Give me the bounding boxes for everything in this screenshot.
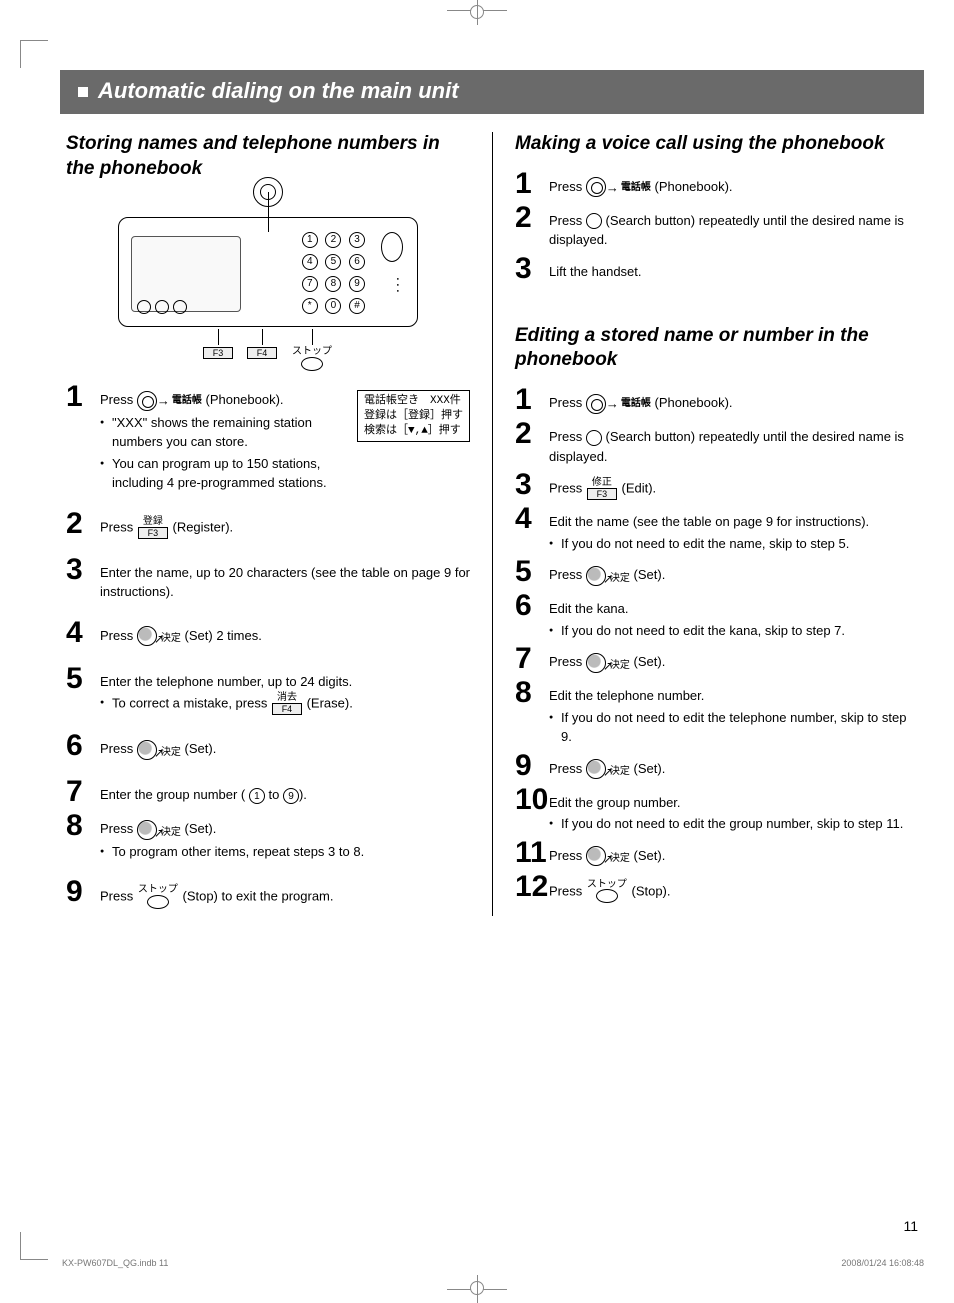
search-button-icon	[586, 213, 602, 229]
footer-datetime: 2008/01/24 16:08:48	[841, 1258, 924, 1268]
left-step-7: 7 Enter the group number ( 1 to 9).	[66, 779, 470, 807]
left-column: Storing names and telephone numbers in t…	[60, 132, 492, 916]
key-6: 6	[349, 254, 365, 270]
left-heading: Storing names and telephone numbers in t…	[66, 132, 470, 181]
crop-corner-bl	[20, 1232, 48, 1260]
rb-step-2: 2 Press (Search button) repeatedly until…	[515, 421, 918, 466]
key-3: 3	[349, 232, 365, 248]
rb-step-4: 4 Edit the name (see the table on page 9…	[515, 506, 918, 553]
bottom-buttons	[137, 300, 191, 314]
set-button-icon: ↗決定	[137, 626, 181, 646]
set-button-icon: ↗決定	[586, 759, 630, 779]
set-button-icon: ↗決定	[137, 820, 181, 840]
left-step-5: 5 Enter the telephone number, up to 24 d…	[66, 666, 470, 716]
crop-mark-bottom	[447, 1270, 507, 1290]
right-heading-b: Editing a stored name or number in the p…	[515, 324, 918, 373]
phonebook-icon: →電話帳	[137, 391, 202, 411]
page-title-banner: Automatic dialing on the main unit	[60, 70, 924, 114]
set-button-icon: ↗決定	[586, 846, 630, 866]
key-0: 0	[325, 298, 341, 314]
digit-9-icon: 9	[283, 788, 299, 804]
page-title: Automatic dialing on the main unit	[98, 78, 459, 104]
erase-suffix: (Erase).	[307, 695, 353, 710]
left-step-6: 6 Press ↗決定 (Set).	[66, 733, 470, 761]
edit-button-icon: 修正 F3	[587, 478, 617, 500]
phonebook-icon: →電話帳	[586, 177, 651, 197]
phonebook-icon: →電話帳	[586, 394, 651, 414]
register-button-icon: 登録 F3	[138, 517, 168, 539]
phonebook-suffix: (Phonebook).	[205, 392, 283, 407]
key-2: 2	[325, 232, 341, 248]
set-button-icon: ↗決定	[586, 566, 630, 586]
right-column: Making a voice call using the phonebook …	[492, 132, 924, 916]
step5-bullet-prefix: To correct a mistake, press	[112, 695, 267, 710]
rb-step-8: 8 Edit the telephone number. If you do n…	[515, 680, 918, 747]
ra-step-2: 2 Press (Search button) repeatedly until…	[515, 205, 918, 250]
rb-step-5: 5 Press ↗決定 (Set).	[515, 559, 918, 587]
step1-bullet2: You can program up to 150 stations, incl…	[100, 454, 343, 493]
set-suffix: (Set) 2 times.	[185, 628, 262, 643]
set-button-icon: ↗決定	[137, 740, 181, 760]
crop-corner-tl	[20, 40, 48, 68]
key-hash: #	[349, 298, 365, 314]
left-step-1: 1 Press →電話帳 (Phonebook). "XXX" shows th…	[66, 384, 470, 493]
stop-label: ストップ	[292, 347, 332, 372]
rb-step-9: 9 Press ↗決定 (Set).	[515, 753, 918, 781]
footer-file: KX-PW607DL_QG.indb 11	[62, 1258, 168, 1268]
left-step-3: 3 Enter the name, up to 20 characters (s…	[66, 557, 470, 602]
crop-mark-top	[447, 10, 507, 40]
lcd-display: 電話帳空き XXX件 登録は［登録］押す 検索は［▼,▲］押す	[357, 390, 470, 443]
f4-label: F4	[247, 347, 277, 359]
register-suffix: (Register).	[172, 519, 233, 534]
stop-button-icon: ストップ	[138, 885, 178, 910]
left-step-9: 9 Press ストップ (Stop) to exit the program.	[66, 879, 470, 910]
indicator-dots: ●●●	[397, 276, 399, 294]
page-number: 11	[903, 1218, 918, 1234]
handset-icon	[253, 177, 283, 207]
rb-step-3: 3 Press 修正 F3 (Edit).	[515, 472, 918, 500]
keypad: 1 2 3 4 5 6 7 8 9	[300, 230, 367, 318]
key-4: 4	[302, 254, 318, 270]
key-1: 1	[302, 232, 318, 248]
stop-button-icon: ストップ	[587, 880, 627, 905]
speaker-icon	[381, 232, 403, 262]
rb-step-12: 12 Press ストップ (Stop).	[515, 874, 918, 905]
set-button-icon: ↗決定	[586, 653, 630, 673]
rb-step-1: 1 Press →電話帳 (Phonebook).	[515, 387, 918, 415]
key-9: 9	[349, 276, 365, 292]
device-diagram: 1 2 3 4 5 6 7 8 9	[118, 217, 418, 372]
left-step-4: 4 Press ↗決定 (Set) 2 times.	[66, 620, 470, 648]
ra-step-1: 1 Press →電話帳 (Phonebook).	[515, 171, 918, 199]
ra-step-3: 3 Lift the handset.	[515, 256, 918, 284]
rb-step-10: 10 Edit the group number. If you do not …	[515, 787, 918, 834]
erase-button-icon: 消去 F4	[272, 693, 302, 715]
left-step-8: 8 Press ↗決定 (Set). To program other item…	[66, 813, 470, 861]
key-8: 8	[325, 276, 341, 292]
step1-bullet1: "XXX" shows the remaining station number…	[100, 413, 343, 452]
right-heading-a: Making a voice call using the phonebook	[515, 132, 918, 157]
rb-step-6: 6 Edit the kana. If you do not need to e…	[515, 593, 918, 640]
digit-1-icon: 1	[249, 788, 265, 804]
left-step-2: 2 Press 登録 F3 (Register).	[66, 511, 470, 539]
press-label: Press	[100, 392, 133, 407]
key-7: 7	[302, 276, 318, 292]
rb-step-11: 11 Press ↗決定 (Set).	[515, 840, 918, 868]
key-5: 5	[325, 254, 341, 270]
rb-step-7: 7 Press ↗決定 (Set).	[515, 646, 918, 674]
f3-label: F3	[203, 347, 233, 359]
key-star: *	[302, 298, 318, 314]
search-button-icon	[586, 430, 602, 446]
